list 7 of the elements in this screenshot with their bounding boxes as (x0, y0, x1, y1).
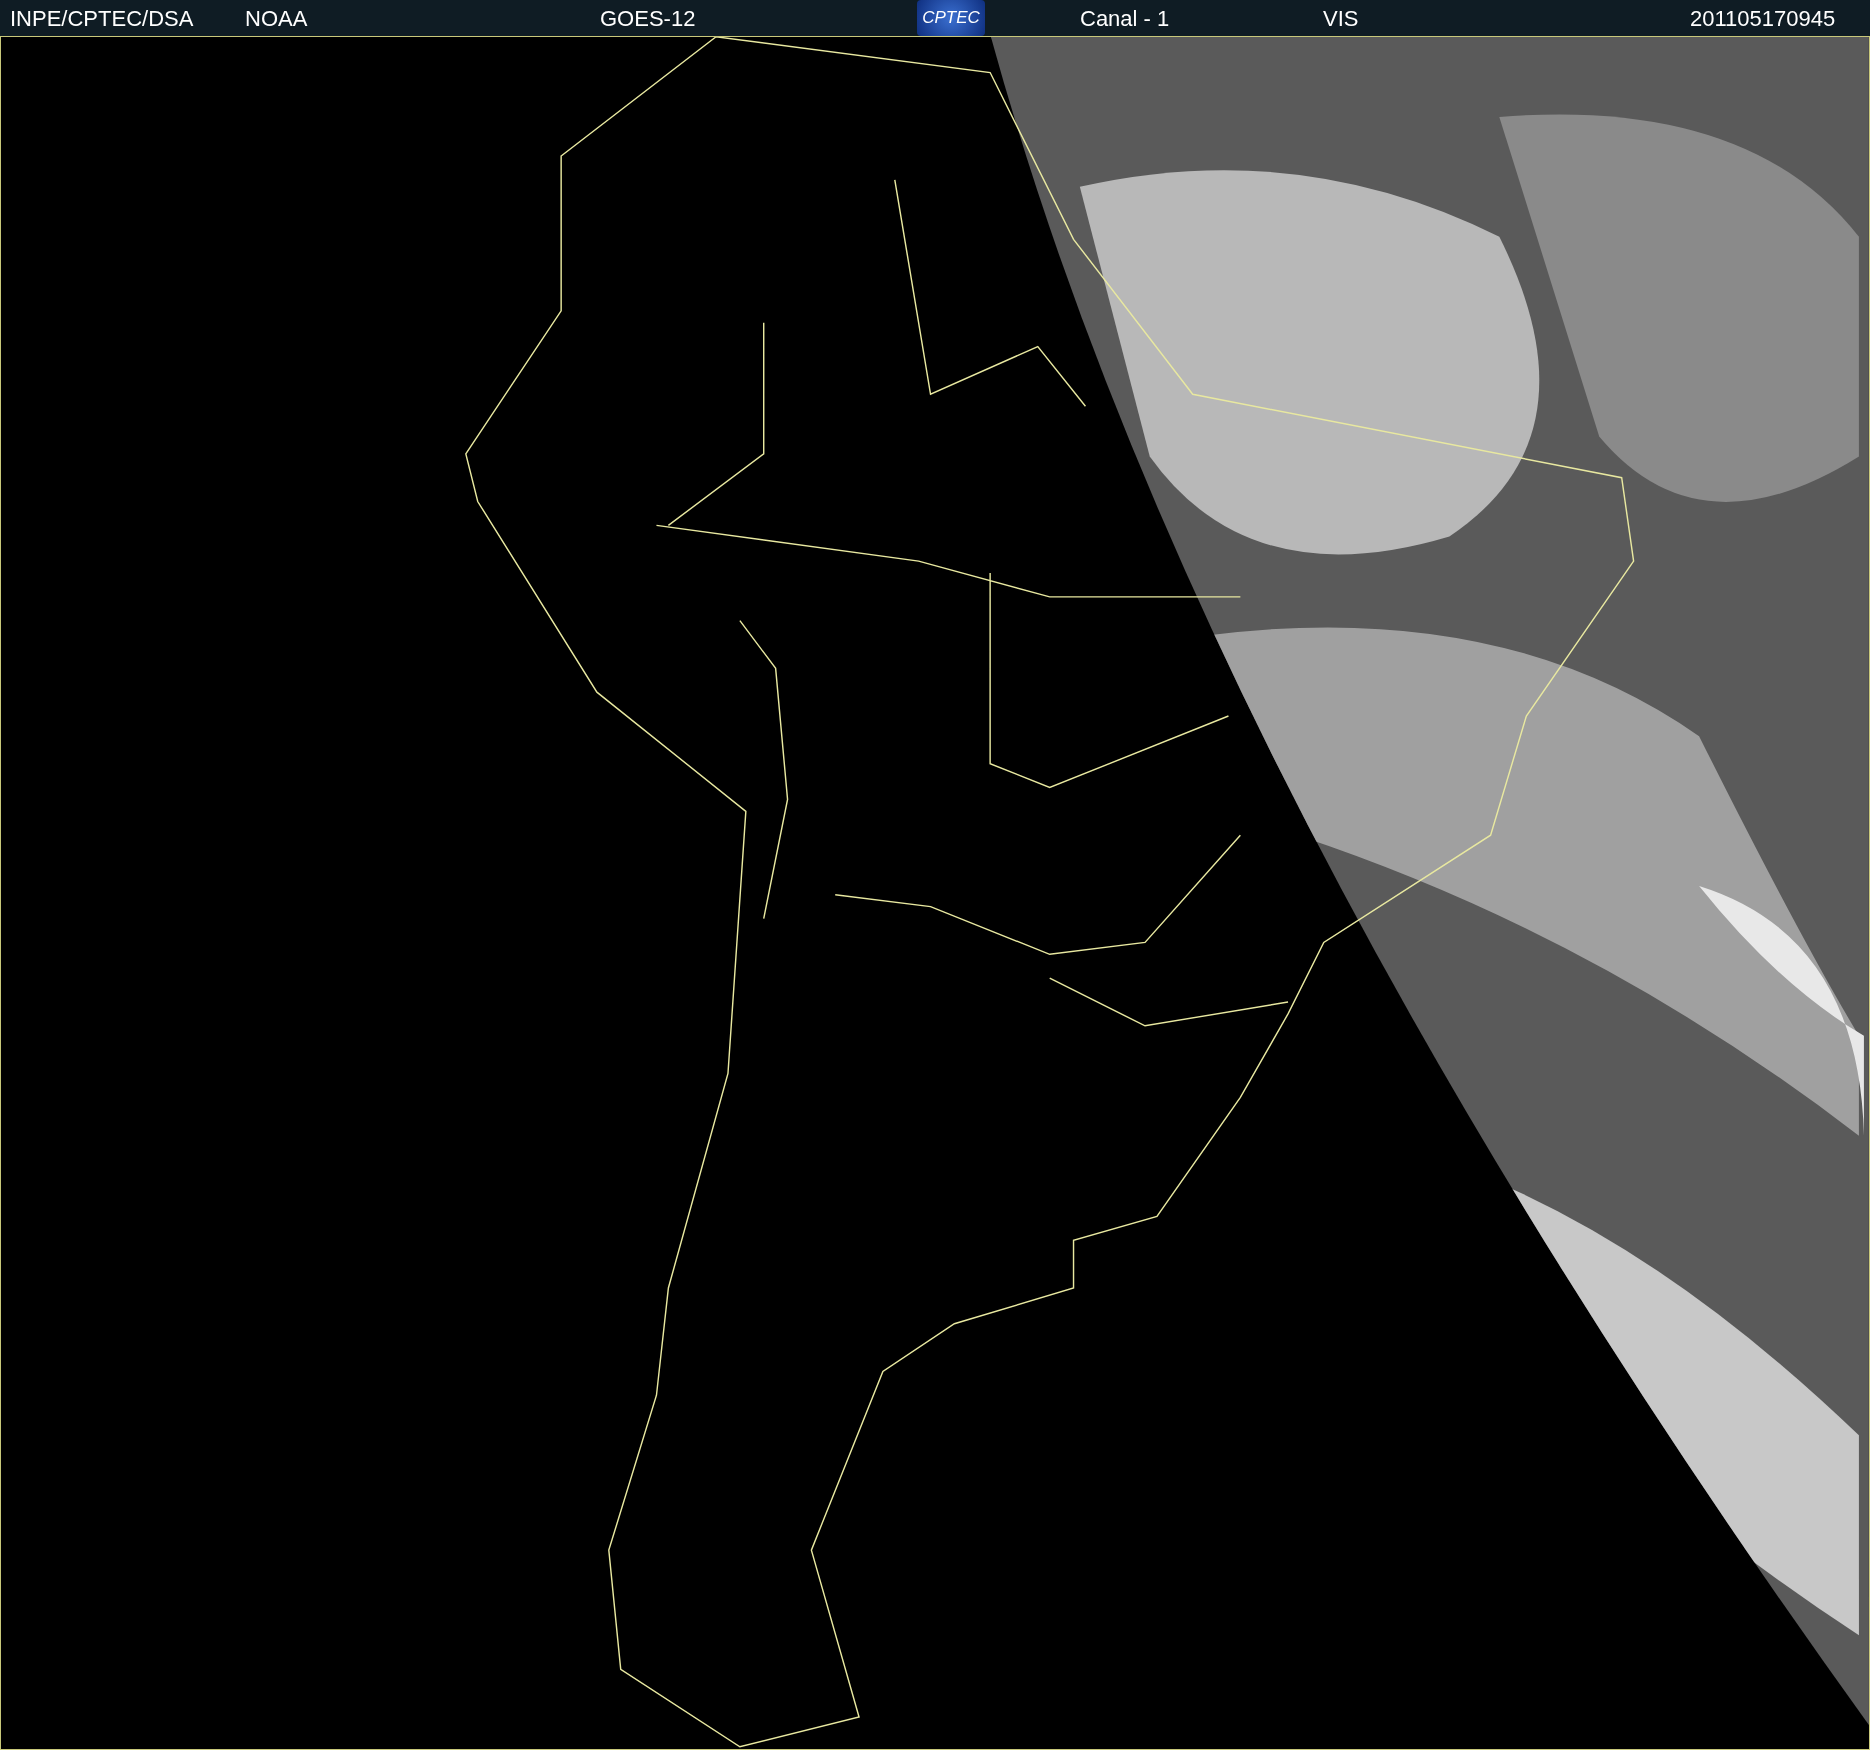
header-text: INPE/CPTEC/DSA (10, 4, 194, 33)
header-text: GOES-12 (600, 4, 696, 33)
header-text: Canal - 1 (1080, 4, 1170, 33)
header-text: 201105170945 (1690, 4, 1836, 33)
header-text: NOAA (245, 4, 308, 33)
header-text: VIS (1323, 4, 1359, 33)
logo: CPTEC (917, 0, 985, 36)
